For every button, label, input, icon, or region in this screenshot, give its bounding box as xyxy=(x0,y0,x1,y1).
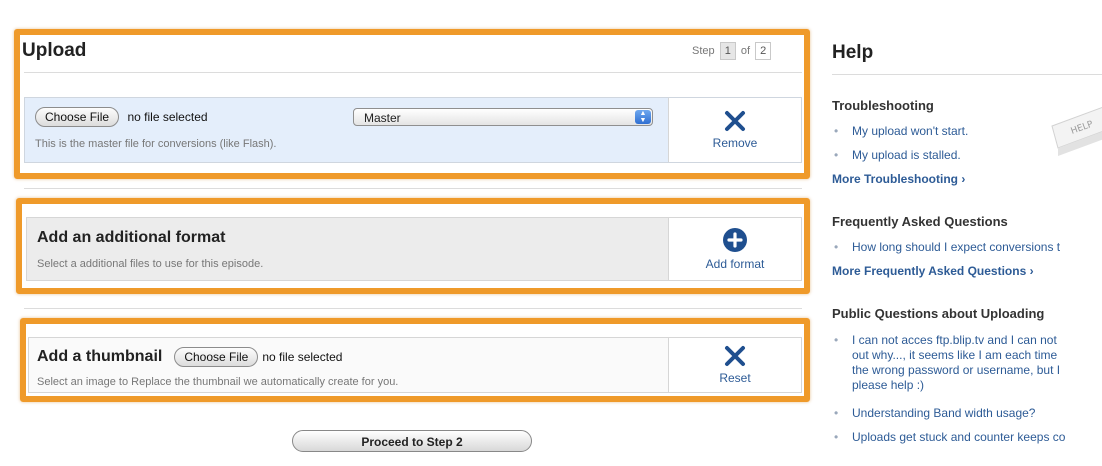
help-link[interactable]: • Understanding Band width usage? xyxy=(832,406,1035,420)
help-link[interactable]: • My upload is stalled. xyxy=(832,148,961,162)
divider xyxy=(24,308,802,309)
help-link-text: My upload is stalled. xyxy=(852,148,961,162)
help-link-text: How long should I expect conversions t xyxy=(852,240,1061,254)
help-link[interactable]: • Uploads get stuck and counter keeps co xyxy=(832,430,1065,444)
help-link-text: the wrong password or username, but I xyxy=(852,363,1061,377)
help-link-text: Uploads get stuck and counter keeps co xyxy=(852,430,1066,444)
bullet-icon: • xyxy=(834,430,839,444)
proceed-button[interactable]: Proceed to Step 2 xyxy=(292,430,532,452)
public-questions-title: Public Questions about Uploading xyxy=(832,306,1045,321)
help-link[interactable]: • I can not acces ftp.blip.tv and I can n… xyxy=(832,333,1060,393)
help-link-text: I can not acces ftp.blip.tv and I can no… xyxy=(852,333,1057,347)
upload-panel: Upload Step 1 of 2 Choose File no file s… xyxy=(0,0,820,466)
highlight-additional-format xyxy=(16,198,810,294)
bullet-icon: • xyxy=(834,406,839,420)
divider xyxy=(24,188,802,189)
help-link[interactable]: • My upload won't start. xyxy=(832,124,968,138)
more-troubleshooting-link[interactable]: More Troubleshooting › xyxy=(832,172,965,186)
bullet-icon: • xyxy=(834,333,839,347)
highlight-thumbnail xyxy=(20,318,810,402)
help-panel: Help HELP Troubleshooting • My upload won… xyxy=(832,0,1102,466)
help-link-text: out why..., it seems like I am each time xyxy=(852,348,1058,362)
divider xyxy=(832,74,1102,75)
help-link-text: Understanding Band width usage? xyxy=(852,406,1036,420)
help-link[interactable]: • How long should I expect conversions t xyxy=(832,240,1060,254)
bullet-icon: • xyxy=(834,124,839,138)
help-sign-icon: HELP xyxy=(1051,106,1102,156)
help-title: Help xyxy=(832,42,874,63)
help-link-text: please help :) xyxy=(852,378,925,392)
bullet-icon: • xyxy=(834,148,839,162)
highlight-upload xyxy=(14,29,810,179)
troubleshooting-title: Troubleshooting xyxy=(832,98,934,113)
more-faq-link[interactable]: More Frequently Asked Questions › xyxy=(832,264,1034,278)
help-link-text: My upload won't start. xyxy=(852,124,969,138)
faq-title: Frequently Asked Questions xyxy=(832,214,1008,229)
bullet-icon: • xyxy=(834,240,839,254)
